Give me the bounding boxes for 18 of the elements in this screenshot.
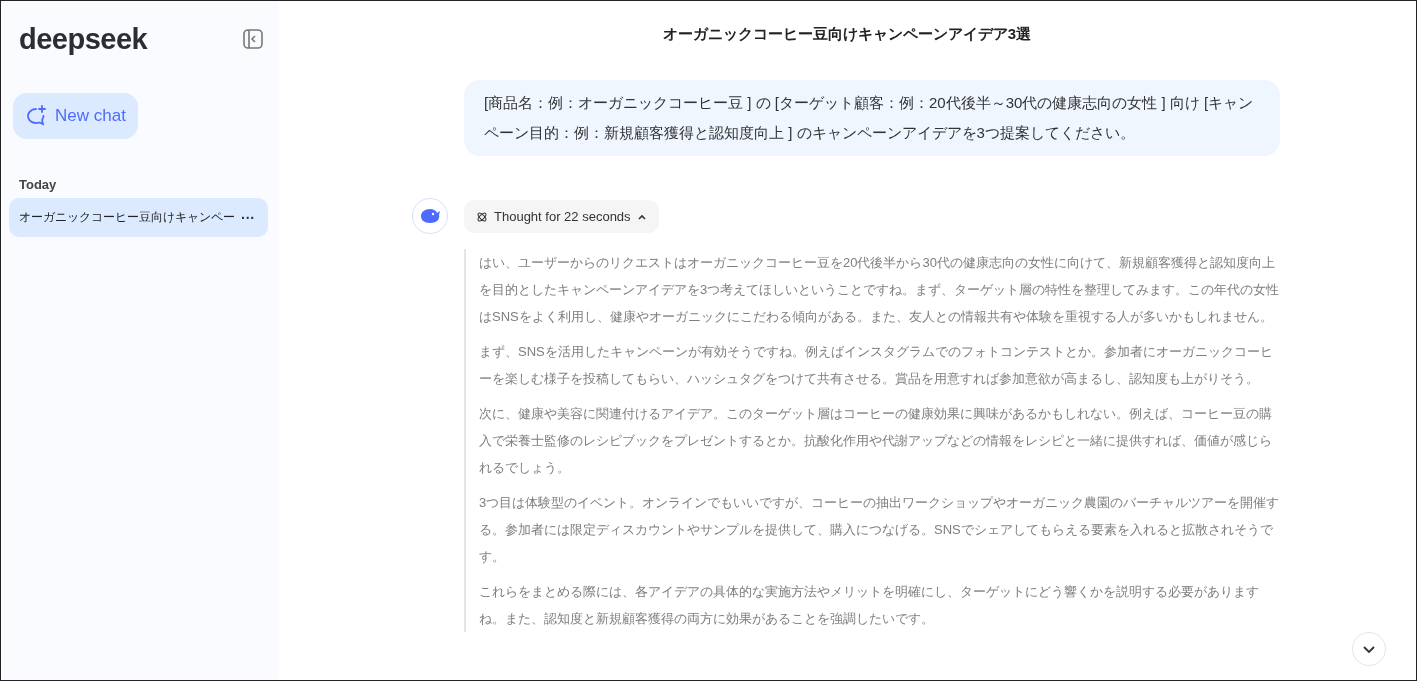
atom-icon (476, 210, 488, 223)
thought-paragraph: はい、ユーザーからのリクエストはオーガニックコーヒー豆を20代後半から30代の健康志向の女性に向けて、新規顧客獲得と認知度向上を目的としたキャンペーンアイデアを3つ考えてほしいということですね。まず、ターゲット層の特性を整理してみます。この年代の女性はSNSをよく利用し、健康やオーガニックにこだわる傾向がある。また、友人との情報共有や体験を重視する人が多いかもしれません。 (479, 254, 1280, 326)
section-title: Today (19, 177, 58, 192)
more-button[interactable]: ··· (235, 209, 259, 226)
whale-avatar-icon (412, 198, 448, 234)
scroll-down-button[interactable] (1352, 632, 1386, 666)
thought-paragraph: これらをまとめる際には、各アイデアの具体的な実施方法やメリットを明確にし、ターゲットにどう響くかを説明する必要がありますね。また、認知度と新規顧客獲得の両方に効果があることを強調したいです。 (479, 583, 1260, 628)
chat-plus-icon (25, 105, 47, 127)
logo: deepseek (19, 22, 148, 56)
thought-toggle-button[interactable]: Thought for 22 seconds (464, 200, 659, 233)
thought-paragraph: まず、SNSを活用したキャンペーンが有効そうですね。例えばインスタグラムでのフォトコンテストとか。参加者にオーガニックコーヒーを楽しむ様子を投稿してもらい、ハッシュタグをつけて共有させる。賞品を用意すれば参加意欲が高まるし、認知度も上がりそう。 (479, 343, 1274, 388)
chat-title: オーガニックコーヒー豆向けキャンペーンアイデア3選 (662, 25, 1032, 44)
chat-history-item[interactable]: オーガニックコーヒー豆向けキャンペー ··· (9, 198, 268, 237)
collapse-sidebar-icon[interactable] (242, 28, 264, 50)
new-chat-button[interactable]: New chat (13, 93, 138, 139)
user-message: [商品名：例：オーガニックコーヒー豆 ] の [ターゲット顧客：例：20代後半～30代の健康志向の女性 ] 向け [キャンペーン目的：例：新規顧客獲得と認知度向上 ] のキャンペーンアイデアを3つ提案してください。 (464, 80, 1280, 156)
thought-paragraph: 次に、健康や美容に関連付けるアイデア。このターゲット層はコーヒーの健康効果に興味があるかもしれない。例えば、コーヒー豆の購入で栄養士監修のレシピブックをプレゼントするとか。抗酸化作用や代謝アップなどの情報をレシピと一緒に提供すれば、価値が感じられるでしょう。 (479, 405, 1273, 477)
thought-paragraph: 3つ目は体験型のイベント。オンラインでもいいですが、コーヒーの抽出ワークショップやオーガニック農園のバーチャルツアーを開催する。参加者には限定ディスカウントやサンプルを提供して、購入につなげる。SNSでシェアしてもらえる要素を入れると拡散されそうです。 (479, 494, 1280, 566)
